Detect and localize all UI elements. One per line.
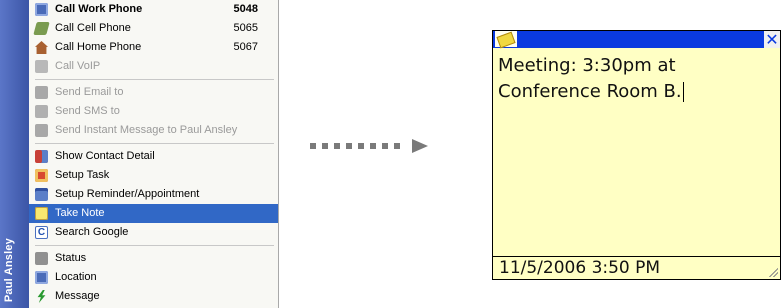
message-icon: [37, 290, 46, 303]
menu-item-label: Show Contact Detail: [55, 150, 155, 162]
sticky-note-window: ✕ Meeting: 3:30pm at Conference Room B. …: [492, 30, 781, 280]
instant-message-icon: [35, 124, 48, 137]
menu-item-label: Search Google: [55, 226, 129, 238]
menu-item-label: Message: [55, 290, 100, 302]
note-titlebar[interactable]: ✕: [493, 31, 780, 48]
contact-card-icon: [35, 150, 48, 163]
menu-item-search-google[interactable]: C Search Google: [29, 223, 278, 242]
resize-grip-icon[interactable]: [768, 267, 778, 277]
home-icon: [35, 41, 48, 54]
email-icon: [35, 86, 48, 99]
note-icon: [495, 31, 517, 47]
phone-extension: 5065: [233, 22, 258, 34]
sms-icon: [35, 105, 48, 118]
menu-separator: [35, 245, 274, 246]
menu-item-status[interactable]: Status: [29, 249, 278, 268]
menu-item-call-work-phone[interactable]: Call Work Phone 5048: [29, 0, 278, 19]
arrow-dash: [322, 143, 328, 149]
arrow-dash: [310, 143, 316, 149]
note-footer: 11/5/2006 3:50 PM: [493, 256, 780, 279]
menu-item-label: Status: [55, 252, 87, 264]
flow-arrow: [310, 139, 430, 153]
menu-item-show-contact-detail[interactable]: Show Contact Detail: [29, 147, 278, 166]
menu-item-label: Call Cell Phone: [55, 22, 131, 34]
menu-item-label: Take Note: [55, 207, 105, 219]
menu-item-send-email: Send Email to: [29, 83, 278, 102]
close-icon[interactable]: ✕: [764, 31, 780, 48]
contact-context-menu: Paul Ansley Call Work Phone 5048 Call Ce…: [0, 0, 279, 308]
google-icon: C: [35, 226, 48, 239]
menu-item-label: Setup Reminder/Appointment: [55, 188, 200, 200]
note-icon: [35, 207, 48, 220]
arrow-dash: [334, 143, 340, 149]
task-icon: [35, 169, 48, 182]
menu-item-label: Call Work Phone: [55, 3, 143, 15]
menu-item-call-cell-phone[interactable]: Call Cell Phone 5065: [29, 19, 278, 38]
arrow-dash: [370, 143, 376, 149]
menu-item-call-voip: Call VoIP: [29, 57, 278, 76]
work-phone-icon: [35, 3, 48, 16]
menu-item-send-sms: Send SMS to: [29, 102, 278, 121]
arrow-dash: [394, 143, 400, 149]
note-text-area[interactable]: Meeting: 3:30pm at Conference Room B.: [498, 53, 776, 105]
status-icon: [35, 252, 48, 265]
menu-item-setup-reminder[interactable]: Setup Reminder/Appointment: [29, 185, 278, 204]
menu-item-label: Call Home Phone: [55, 41, 142, 53]
arrow-head-icon: [412, 139, 428, 153]
phone-extension: 5067: [233, 41, 258, 53]
note-timestamp: 11/5/2006 3:50 PM: [499, 258, 661, 278]
note-text: Meeting: 3:30pm at Conference Room B.: [498, 55, 682, 102]
arrow-dash: [346, 143, 352, 149]
menu-item-label: Call VoIP: [55, 60, 101, 72]
menu-side-band: Paul Ansley: [0, 0, 29, 308]
menu-items: Call Work Phone 5048 Call Cell Phone 506…: [29, 0, 278, 306]
menu-item-label: Send SMS to: [55, 105, 120, 117]
arrow-dash: [382, 143, 388, 149]
menu-item-send-instant-message: Send Instant Message to Paul Ansley: [29, 121, 278, 140]
menu-item-location[interactable]: Location: [29, 268, 278, 287]
location-icon: [35, 271, 48, 284]
menu-item-label: Location: [55, 271, 97, 283]
menu-item-label: Setup Task: [55, 169, 110, 181]
cell-phone-icon: [33, 22, 50, 35]
menu-item-label: Send Instant Message to Paul Ansley: [55, 124, 238, 136]
menu-item-message[interactable]: Message: [29, 287, 278, 306]
text-caret: [682, 82, 684, 102]
menu-item-label: Send Email to: [55, 86, 124, 98]
phone-extension: 5048: [233, 3, 258, 15]
menu-separator: [35, 143, 274, 144]
voip-icon: [35, 60, 48, 73]
menu-item-setup-task[interactable]: Setup Task: [29, 166, 278, 185]
menu-item-call-home-phone[interactable]: Call Home Phone 5067: [29, 38, 278, 57]
calendar-icon: [35, 188, 48, 201]
arrow-dash: [358, 143, 364, 149]
contact-name-label: Paul Ansley: [3, 237, 15, 302]
menu-item-take-note[interactable]: Take Note: [29, 204, 278, 223]
menu-separator: [35, 79, 274, 80]
